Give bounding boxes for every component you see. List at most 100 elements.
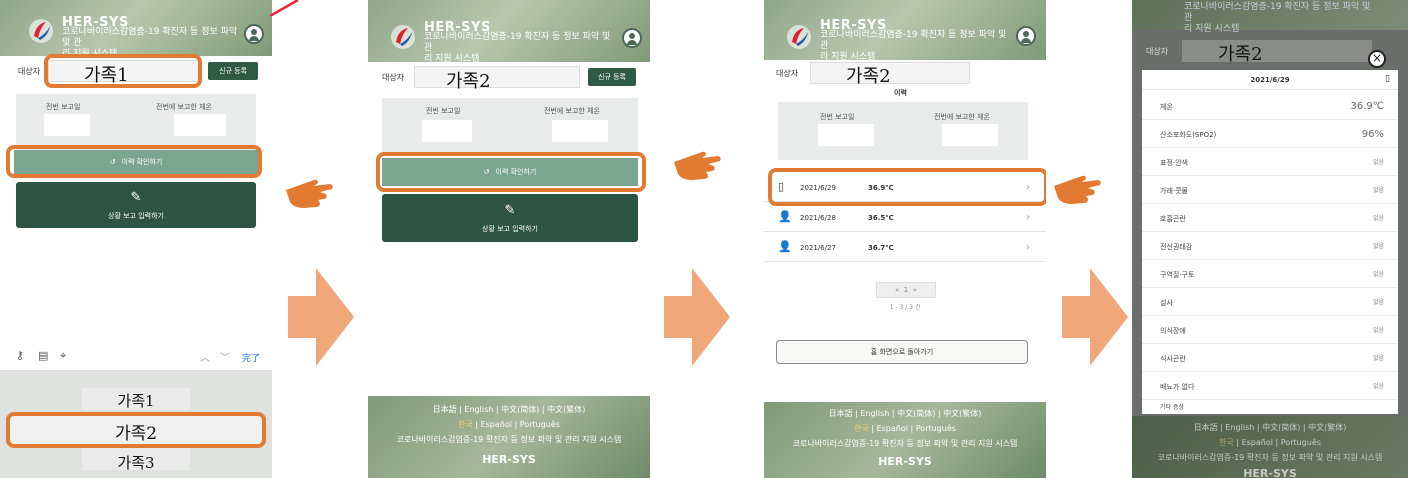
symptom-row: 구역질·구토 없음 xyxy=(1142,260,1398,288)
last-report-date-value xyxy=(818,124,874,146)
step-arrow-icon xyxy=(664,268,730,366)
last-report-temp-value xyxy=(942,124,998,146)
last-report-date-label: 전번 보고일 xyxy=(46,103,81,111)
close-icon[interactable]: × xyxy=(1368,50,1386,68)
red-pointer-arrow xyxy=(270,0,299,16)
step-arrow-icon xyxy=(1062,268,1128,366)
panel-2-selected: HER-SYS 코로나바이러스감염증-19 확진자 등 정보 파악 및 관리 지… xyxy=(368,0,650,478)
symptom-row: 호흡곤란 없음 xyxy=(1142,204,1398,232)
symptom-row: 배뇨가 없다 없음 xyxy=(1142,372,1398,400)
phone-icon: ▯ xyxy=(1385,74,1390,84)
person-icon: 👤 xyxy=(778,240,792,253)
last-report-panel: 전번 보고일 전번에 보고한 체온 xyxy=(382,98,638,152)
site-footer: 日本語 | English | 中文(简体) | 中文(繁体) 한국 | Esp… xyxy=(368,396,650,478)
footer-language-links[interactable]: 日本語 | English | 中文(简体) | 中文(繁体) xyxy=(368,404,650,415)
history-row[interactable]: 👤 2021/6/27 36.7℃ › xyxy=(764,234,1046,262)
last-report-panel: 전번 보고일 전번에 보고한 체온 xyxy=(16,94,256,150)
target-label: 대상자 xyxy=(776,69,799,78)
chevron-right-icon: › xyxy=(1026,212,1030,223)
app-header: HER-SYS 코로나바이러스감염증-19 확진자 등 정보 파악 및 관리 지… xyxy=(0,0,272,59)
her-sys-logo-icon xyxy=(391,25,415,49)
footer-brand: HER-SYS xyxy=(482,453,536,466)
chevron-down-icon[interactable]: ﹀ xyxy=(220,349,230,364)
last-report-date-value xyxy=(44,114,90,136)
pointing-hand-icon xyxy=(286,179,333,208)
site-footer: 日本語 | English | 中文(简体) | 中文(繁体) 한국 | Esp… xyxy=(1132,416,1408,478)
target-label: 대상자 xyxy=(382,73,405,82)
person-icon: 👤 xyxy=(778,210,792,223)
done-button[interactable]: 完了 xyxy=(242,351,260,364)
highlight-history-button xyxy=(376,152,646,192)
keyboard-toolbar: ⚷ ▤ ⌖ ︿ ﹀ 完了 xyxy=(0,346,272,368)
tagline: 코로나바이러스감염증-19 확진자 등 정보 파악 및 관리 지원 시스템 xyxy=(424,32,611,64)
site-footer: 日本語 | English | 中文(简体) | 中文(繁体) 한국 | Esp… xyxy=(764,402,1046,478)
chevron-right-icon: › xyxy=(1026,242,1030,253)
tagline: 코로나바이러스감염증-19 확진자 등 정보 파악 및 관리 지원 시스템 xyxy=(1184,2,1371,34)
symptom-row: 의식장애 없음 xyxy=(1142,316,1398,344)
last-report-temp-label: 전번에 보고한 체온 xyxy=(156,103,212,111)
user-account-icon[interactable] xyxy=(244,24,264,44)
highlight-history-button xyxy=(6,145,262,178)
her-sys-logo-icon xyxy=(787,25,811,49)
symptom-row: 가래·콧물 없음 xyxy=(1142,176,1398,204)
vital-row: 산소포화도(SPO2) 96% xyxy=(1142,120,1398,148)
user-account-icon[interactable] xyxy=(1016,26,1036,46)
report-input-button[interactable]: ✎ 상황 보고 입력하기 xyxy=(382,194,638,242)
other-symptoms-label: 기타 증상 xyxy=(1160,404,1184,411)
highlight-picker-family2 xyxy=(6,412,266,448)
last-report-date-label: 전번 보고일 xyxy=(426,107,461,115)
footer-language-links[interactable]: 日本語 | English | 中文(简体) | 中文(繁体) xyxy=(764,408,1046,419)
dimmed-header: 코로나바이러스감염증-19 확진자 등 정보 파악 및 관리 지원 시스템 xyxy=(1132,0,1408,34)
new-register-button[interactable]: 신규 등록 xyxy=(588,68,636,86)
location-pin-icon[interactable]: ⌖ xyxy=(60,349,66,363)
target-select[interactable] xyxy=(414,66,580,88)
chevron-up-icon[interactable]: ︿ xyxy=(200,349,210,364)
target-select-value: 가족2 xyxy=(846,66,891,87)
pencil-icon: ✎ xyxy=(130,189,142,205)
new-register-button[interactable]: 신규 등록 xyxy=(208,62,258,80)
detail-modal: 2021/6/29 ▯ 체온 36.9℃ 산소포화도(SPO2) 96% 표정·안색… xyxy=(1142,70,1398,414)
app-header: HER-SYS 코로나바이러스감염증-19 확진자 등 정보 파악 및 관리 지… xyxy=(764,0,1046,62)
footer-brand: HER-SYS xyxy=(878,455,932,468)
history-row[interactable]: 👤 2021/6/28 36.5℃ › xyxy=(764,204,1046,232)
target-select-value: 가족2 xyxy=(1218,44,1263,65)
pencil-icon: ✎ xyxy=(504,202,516,218)
highlight-target-select xyxy=(44,54,202,88)
pagination-count: 1 - 3 / 3 건 xyxy=(889,304,921,311)
family-picker[interactable]: 가족1 가족2 가족3 xyxy=(0,370,272,478)
footer-language-links-2[interactable]: 한국 | Español | Português xyxy=(368,419,650,430)
step-arrow-icon xyxy=(288,268,354,366)
footer-language-links-2[interactable]: 한국 | Español | Português xyxy=(1132,437,1408,448)
footer-tagline: 코로나바이러스감염증-19 확진자 등 정보 파악 및 관리 지원 시스템 xyxy=(792,439,1018,448)
target-select xyxy=(1182,40,1372,62)
symptom-row: 식사곤란 없음 xyxy=(1142,344,1398,372)
panel-3-history: HER-SYS 코로나바이러스감염증-19 확진자 등 정보 파악 및 관리 지… xyxy=(764,0,1046,478)
detail-date-bar: 2021/6/29 ▯ xyxy=(1142,70,1398,90)
last-report-date-value xyxy=(422,120,472,142)
last-report-temp-label: 전번에 보고한 체온 xyxy=(934,113,990,121)
target-label: 대상자 xyxy=(18,67,41,76)
last-report-panel: 전번 보고일 전번에 보고한 체온 xyxy=(778,102,1028,160)
footer-brand: HER-SYS xyxy=(1243,467,1297,478)
back-home-button[interactable]: 홈 화면으로 돌아가기 xyxy=(776,340,1028,364)
picker-item-family3[interactable]: 가족3 xyxy=(0,452,272,473)
footer-language-links[interactable]: 日本語 | English | 中文(简体) | 中文(繁体) xyxy=(1132,422,1408,433)
footer-tagline: 코로나바이러스감염증-19 확진자 등 정보 파악 및 관리 지원 시스템 xyxy=(1157,453,1383,462)
card-icon[interactable]: ▤ xyxy=(38,349,48,362)
app-header: HER-SYS 코로나바이러스감염증-19 확진자 등 정보 파악 및 관리 지… xyxy=(368,0,650,64)
pointing-hand-icon xyxy=(1054,175,1101,204)
pagination: « 1 » xyxy=(876,282,936,298)
picker-item-family1[interactable]: 가족1 xyxy=(0,390,272,411)
footer-language-links-2[interactable]: 한국 | Español | Português xyxy=(764,423,1046,434)
last-report-date-label: 전번 보고일 xyxy=(820,113,855,121)
user-account-icon[interactable] xyxy=(622,28,642,48)
pointing-hand-icon xyxy=(674,151,721,180)
symptom-row: 설사 없음 xyxy=(1142,288,1398,316)
last-report-temp-value xyxy=(174,114,226,136)
symptom-row: 전신권태감 없음 xyxy=(1142,232,1398,260)
vital-row: 체온 36.9℃ xyxy=(1142,92,1398,120)
panel-4-detail-modal: 코로나바이러스감염증-19 확진자 등 정보 파악 및 관리 지원 시스템 대상… xyxy=(1132,0,1408,478)
key-icon[interactable]: ⚷ xyxy=(16,349,24,362)
symptom-row: 표정·안색 없음 xyxy=(1142,148,1398,176)
report-input-button[interactable]: ✎ 상황 보고 입력하기 xyxy=(16,182,256,228)
